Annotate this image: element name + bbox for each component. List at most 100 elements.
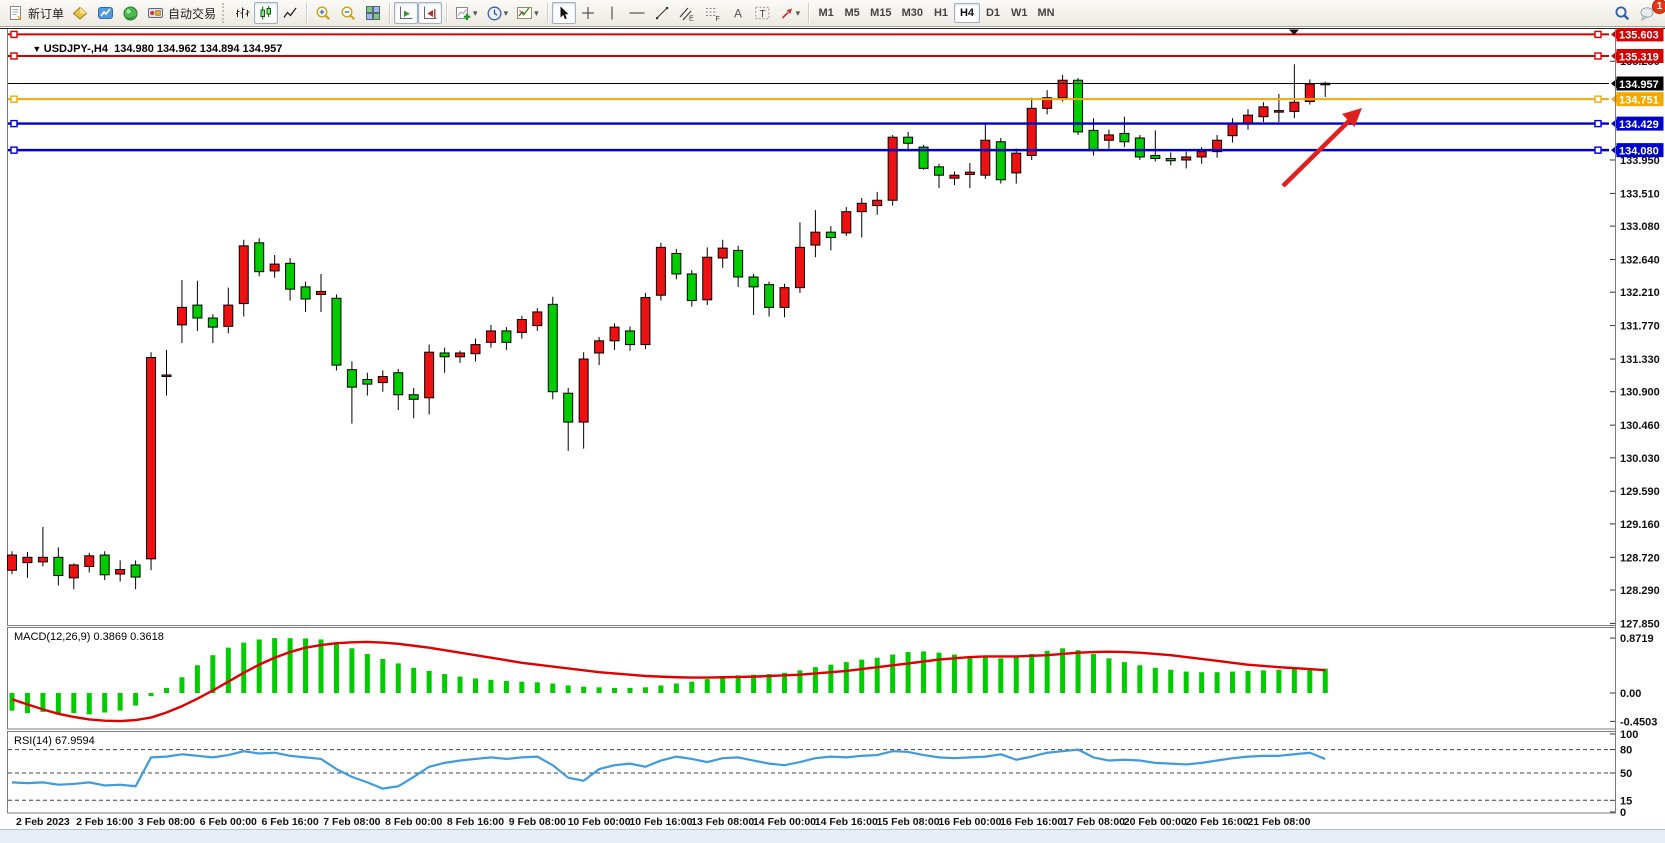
- macd-bar: [628, 688, 633, 693]
- navigator-button[interactable]: [118, 2, 143, 24]
- bear-candle: [301, 287, 310, 299]
- time-tick-label: 16 Feb 16:00: [1000, 816, 1063, 828]
- fibonacci-tool-button[interactable]: F: [700, 2, 726, 24]
- macd-bar: [473, 679, 478, 693]
- horizontal-line-tool-button[interactable]: [624, 2, 650, 24]
- svg-text:T: T: [759, 9, 765, 20]
- timeframe-D1[interactable]: D1: [980, 3, 1006, 23]
- macd-bar: [179, 677, 184, 693]
- tile-windows-icon: [365, 5, 381, 21]
- zoom-out-icon: [340, 5, 357, 22]
- line-handle[interactable]: [1595, 147, 1601, 153]
- notifications-button[interactable]: 1: [1635, 2, 1661, 24]
- svg-text:134.429: 134.429: [1619, 119, 1659, 131]
- line-handle[interactable]: [11, 147, 17, 153]
- chevron-down-icon: ▾: [473, 8, 478, 19]
- line-handle[interactable]: [1595, 96, 1601, 102]
- bull-candle: [888, 137, 897, 200]
- timeframe-M30[interactable]: M30: [897, 3, 928, 23]
- status-bar: [0, 829, 1665, 843]
- templates-button[interactable]: ▾: [512, 2, 543, 24]
- time-axis[interactable]: 2 Feb 20232 Feb 16:003 Feb 08:006 Feb 00…: [16, 816, 1311, 828]
- svg-text:134.080: 134.080: [1619, 145, 1659, 157]
- macd-bar: [890, 655, 895, 693]
- macd-bar: [967, 656, 972, 693]
- time-tick-label: 7 Feb 08:00: [323, 816, 380, 828]
- bull-candle: [317, 291, 326, 294]
- bull-candle: [69, 565, 78, 578]
- symbol-dropdown-arrow[interactable]: ▼: [32, 44, 43, 54]
- chart-canvas[interactable]: 135.250133.950133.510133.080132.640132.2…: [0, 28, 1665, 829]
- bear-candle: [1166, 158, 1175, 160]
- bar-chart-button[interactable]: [230, 2, 254, 24]
- macd-bar: [118, 693, 123, 711]
- timeframe-W1[interactable]: W1: [1006, 3, 1033, 23]
- macd-bar: [581, 687, 586, 693]
- arrows-tool-button[interactable]: ▾: [775, 2, 805, 24]
- timeframe-H1[interactable]: H1: [928, 3, 954, 23]
- macd-bar: [1122, 662, 1127, 693]
- macd-bar: [458, 677, 463, 693]
- bull-candle: [950, 175, 959, 178]
- line-handle[interactable]: [1595, 53, 1601, 59]
- market-watch-button[interactable]: [68, 2, 93, 24]
- macd-bar: [1091, 654, 1096, 693]
- tile-windows-button[interactable]: [361, 2, 385, 24]
- macd-bar: [427, 671, 432, 693]
- macd-bar: [380, 659, 385, 693]
- candlestick-chart-button[interactable]: [254, 2, 278, 24]
- zoom-out-button[interactable]: [336, 2, 361, 24]
- price-tick-label: 130.030: [1620, 453, 1660, 465]
- main-panel: [8, 29, 1616, 626]
- macd-bar: [952, 655, 957, 693]
- auto-trading-button[interactable]: 自动交易: [143, 2, 220, 24]
- line-handle[interactable]: [1595, 121, 1601, 127]
- svg-text:135.603: 135.603: [1619, 30, 1659, 42]
- crosshair-tool-button[interactable]: [576, 2, 600, 24]
- template-icon: [516, 5, 533, 21]
- price-tick-label: 133.080: [1620, 221, 1660, 233]
- timeframe-H4[interactable]: H4: [954, 3, 980, 23]
- line-handle[interactable]: [11, 96, 17, 102]
- equidistant-channel-tool-button[interactable]: E: [674, 2, 700, 24]
- price-badge-135.319: 135.319: [1611, 49, 1664, 63]
- bull-candle: [811, 232, 820, 245]
- cursor-tool-button[interactable]: [552, 2, 576, 24]
- macd-bar: [288, 638, 293, 693]
- bear-candle: [54, 557, 63, 575]
- search-button[interactable]: [1610, 2, 1635, 24]
- macd-bar: [643, 687, 648, 693]
- timeframe-M1[interactable]: M1: [813, 3, 839, 23]
- line-handle[interactable]: [11, 121, 17, 127]
- price-tick-label: 128.720: [1620, 552, 1660, 564]
- timeframe-M15[interactable]: M15: [865, 3, 896, 23]
- line-handle[interactable]: [1595, 31, 1601, 37]
- indicators-button[interactable]: ▾: [451, 2, 482, 24]
- vertical-line-tool-button[interactable]: [600, 2, 624, 24]
- periods-button[interactable]: ▾: [482, 2, 513, 24]
- text-tool-button[interactable]: A: [726, 2, 750, 24]
- new-order-button[interactable]: 新订单: [4, 2, 68, 24]
- timeframe-M5[interactable]: M5: [839, 3, 865, 23]
- bear-candle: [255, 243, 264, 272]
- data-window-button[interactable]: [93, 2, 118, 24]
- svg-text:F: F: [715, 16, 719, 22]
- chart-shift-button[interactable]: [418, 2, 442, 24]
- arrow-shapes-icon: [779, 5, 795, 21]
- macd-bar: [1106, 658, 1111, 693]
- timeframe-MN[interactable]: MN: [1032, 3, 1059, 23]
- line-chart-button[interactable]: [278, 2, 302, 24]
- bull-candle: [718, 248, 727, 258]
- bull-candle: [1058, 80, 1067, 97]
- macd-panel: [8, 628, 1616, 730]
- bear-candle: [564, 393, 573, 422]
- price-axis[interactable]: 135.250133.950133.510133.080132.640132.2…: [1610, 56, 1660, 630]
- zoom-in-button[interactable]: [311, 2, 336, 24]
- symbol-ohlc-header: ▼ USDJPY-,H4 134.980 134.962 134.894 134…: [14, 31, 282, 67]
- bear-candle: [548, 304, 557, 391]
- trendline-tool-button[interactable]: [650, 2, 674, 24]
- text-label-tool-button[interactable]: T: [750, 2, 775, 24]
- bull-candle: [177, 307, 186, 324]
- auto-scroll-button[interactable]: [394, 2, 418, 24]
- price-tick-label: 127.850: [1620, 618, 1660, 630]
